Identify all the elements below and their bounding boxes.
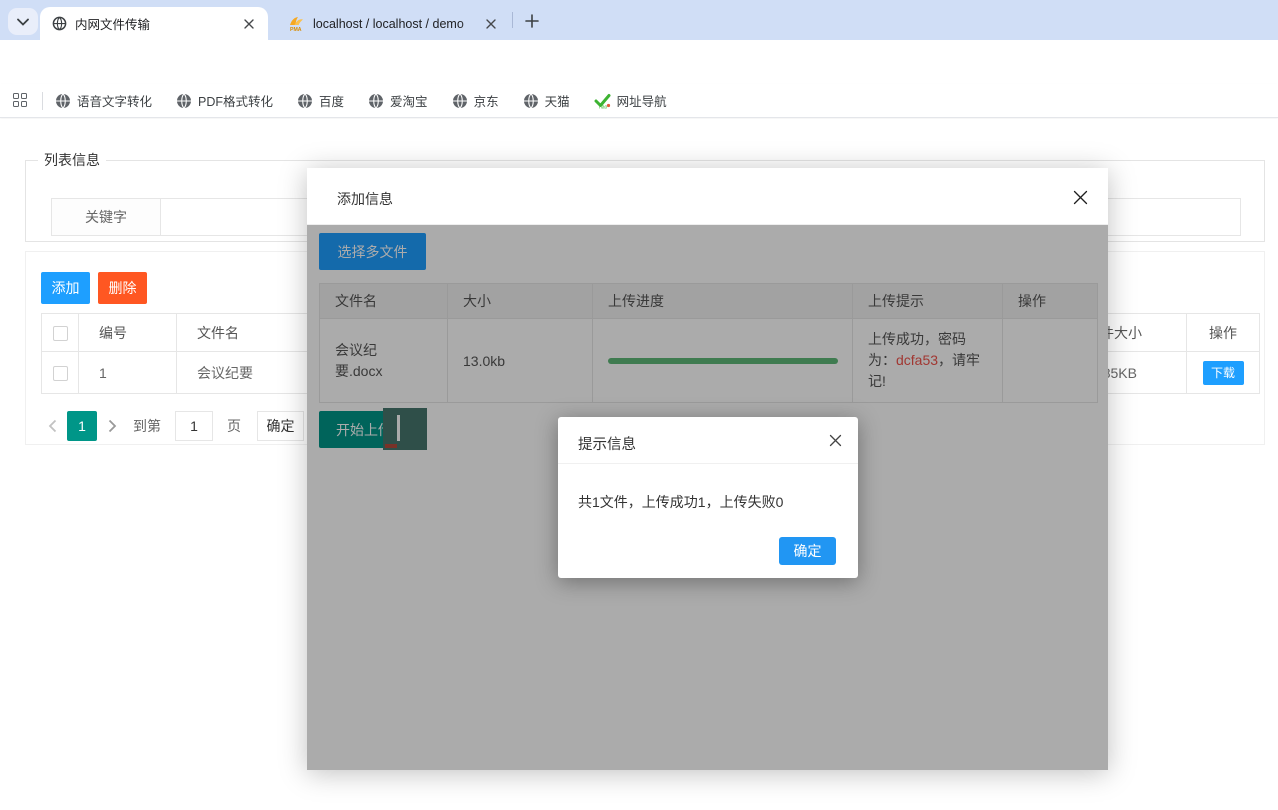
modal-title: 添加信息 (337, 189, 393, 209)
fieldset-legend: 列表信息 (38, 150, 106, 170)
new-tab-button[interactable] (518, 9, 546, 33)
bookmark-label: PDF格式转化 (198, 91, 273, 110)
page-confirm-button[interactable]: 确定 (257, 411, 304, 441)
bookmark-item[interactable]: 京东 (452, 91, 499, 110)
prev-page-icon[interactable] (41, 411, 63, 441)
bookmark-item[interactable]: 百度 (297, 91, 344, 110)
apps-grid-icon[interactable] (13, 93, 29, 109)
bookmark-item[interactable]: 爱淘宝 (368, 91, 428, 110)
plus-icon (525, 14, 539, 28)
dialog-header: 提示信息 (558, 417, 858, 464)
tab-separator (512, 12, 513, 28)
column-header-action: 操作 (1187, 314, 1260, 352)
next-page-icon[interactable] (101, 411, 123, 441)
bookmark-label: 语音文字转化 (77, 91, 152, 110)
globe-icon (176, 93, 192, 109)
chevron-down-icon (17, 18, 29, 26)
keyword-label: 关键字 (51, 198, 161, 236)
dialog-title: 提示信息 (578, 433, 636, 454)
tab-title: 内网文件传输 (75, 14, 240, 33)
bookmarks-divider (42, 92, 43, 110)
bookmark-label: 网址导航 (617, 91, 667, 110)
browser-window: 内网文件传输 PMA localhost / localhost / demo (0, 0, 1278, 810)
tab-phpmyadmin[interactable]: PMA localhost / localhost / demo (280, 7, 506, 40)
bookmark-label: 爱淘宝 (390, 91, 428, 110)
bookmark-item[interactable]: PDF格式转化 (176, 91, 273, 110)
column-header-no: 编号 (79, 314, 177, 352)
row-checkbox[interactable] (53, 366, 68, 381)
modal-close-icon[interactable] (1070, 187, 1090, 207)
delete-button[interactable]: 删除 (98, 272, 147, 304)
globe-icon (452, 93, 468, 109)
phpmyadmin-favicon-icon: PMA (288, 15, 305, 32)
bookmark-label: 京东 (474, 91, 499, 110)
tab-strip: 内网文件传输 PMA localhost / localhost / demo (0, 0, 1278, 40)
globe-favicon-icon (52, 16, 67, 31)
bookmark-label: 天猫 (545, 91, 570, 110)
pagination: 1 到第 页 确定 共 (41, 411, 328, 441)
dialog-close-icon[interactable] (826, 431, 844, 449)
add-button[interactable]: 添加 (41, 272, 90, 304)
globe-icon (523, 93, 539, 109)
svg-text:hao: hao (599, 104, 608, 109)
page-unit-label: 页 (227, 416, 241, 436)
select-all-checkbox[interactable] (53, 326, 68, 341)
dialog-ok-button[interactable]: 确定 (779, 537, 836, 565)
tab-close-icon[interactable] (240, 15, 258, 33)
goto-label: 到第 (133, 416, 161, 436)
bookmark-item[interactable]: 语音文字转化 (55, 91, 152, 110)
tab-search-button[interactable] (8, 8, 38, 35)
svg-text:PMA: PMA (290, 27, 302, 32)
globe-icon (368, 93, 384, 109)
bookmark-item[interactable]: 天猫 (523, 91, 570, 110)
current-page-button[interactable]: 1 (67, 411, 97, 441)
bookmark-label: 百度 (319, 91, 344, 110)
browser-toolbar: localhost/demo/file_transfer/ (0, 40, 1278, 84)
bookmarks-bar: 语音文字转化 PDF格式转化 百度 爱淘宝 京东 天猫 hao 网址导航 (0, 84, 1278, 118)
download-button[interactable]: 下载 (1203, 361, 1244, 385)
page-number-input[interactable] (175, 411, 213, 441)
prompt-dialog: 提示信息 共1文件，上传成功1，上传失败0 确定 (558, 417, 858, 578)
dialog-message: 共1文件，上传成功1，上传失败0 (578, 492, 783, 512)
hao-check-icon: hao (594, 93, 611, 109)
cell-no: 1 (79, 352, 177, 394)
tab-close-icon[interactable] (482, 15, 500, 33)
globe-icon (55, 93, 71, 109)
globe-icon (297, 93, 313, 109)
modal-header: 添加信息 (307, 168, 1108, 225)
tab-file-transfer[interactable]: 内网文件传输 (40, 7, 268, 40)
bookmark-item[interactable]: hao 网址导航 (594, 91, 667, 110)
tab-title: localhost / localhost / demo (313, 17, 482, 31)
